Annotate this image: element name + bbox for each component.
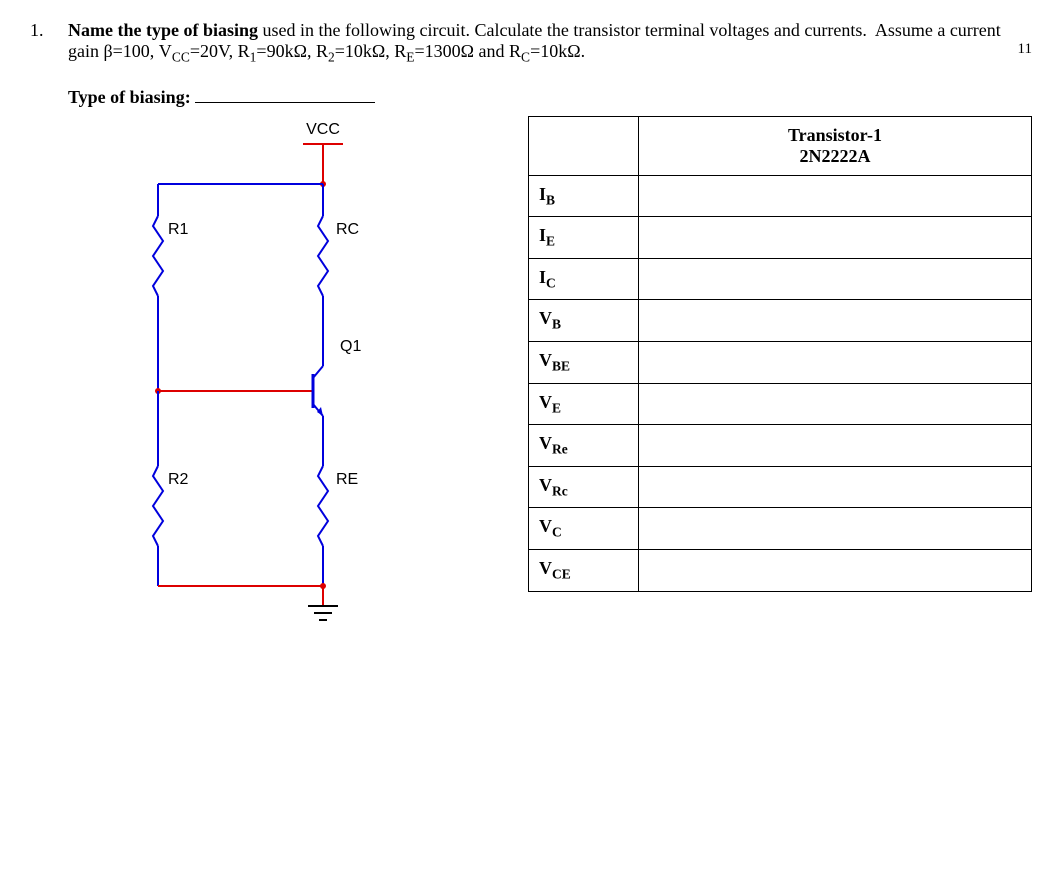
question-row: 1. Name the type of biasing used in the … <box>30 20 1032 641</box>
question-body: Name the type of biasing used in the fol… <box>68 20 1032 641</box>
value-cell[interactable] <box>639 425 1032 467</box>
results-table: Transistor-12N2222A IBIEICVBVBEVEVReVRcV… <box>528 116 1032 592</box>
param-cell: IB <box>529 175 639 217</box>
content-row: VCC R1 R2 <box>68 116 1032 641</box>
question-prompt: Name the type of biasing used in the fol… <box>68 20 1032 66</box>
table-row: VRc <box>529 466 1032 508</box>
table-row: VE <box>529 383 1032 425</box>
results-table-box: Transistor-12N2222A IBIEICVBVBEVEVReVRcV… <box>528 116 1032 592</box>
table-row: IE <box>529 217 1032 259</box>
param-cell: VRe <box>529 425 639 467</box>
type-label: Type of biasing: <box>68 87 191 107</box>
label-rc: RC <box>336 221 359 238</box>
value-cell[interactable] <box>639 508 1032 550</box>
header-transistor: Transistor-12N2222A <box>639 116 1032 175</box>
param-cell: VB <box>529 300 639 342</box>
table-row: IC <box>529 258 1032 300</box>
question-number: 1. <box>30 20 54 41</box>
table-row: VBE <box>529 341 1032 383</box>
page-number: 11 <box>1018 41 1032 58</box>
value-cell[interactable] <box>639 258 1032 300</box>
value-cell[interactable] <box>639 217 1032 259</box>
value-cell[interactable] <box>639 300 1032 342</box>
type-of-biasing-line: Type of biasing: <box>68 84 1032 108</box>
param-cell: VE <box>529 383 639 425</box>
header-blank <box>529 116 639 175</box>
table-row: VCE <box>529 549 1032 591</box>
label-q1: Q1 <box>340 338 361 355</box>
param-cell: IE <box>529 217 639 259</box>
param-cell: VRc <box>529 466 639 508</box>
table-row: VC <box>529 508 1032 550</box>
value-cell[interactable] <box>639 341 1032 383</box>
prompt-text: Name the type of biasing used in the fol… <box>68 20 1001 61</box>
table-row: IB <box>529 175 1032 217</box>
type-blank-field[interactable] <box>195 84 375 103</box>
label-r1: R1 <box>168 221 189 238</box>
param-cell: VC <box>529 508 639 550</box>
table-row: VB <box>529 300 1032 342</box>
label-vcc: VCC <box>306 121 340 138</box>
param-cell: IC <box>529 258 639 300</box>
value-cell[interactable] <box>639 549 1032 591</box>
value-cell[interactable] <box>639 383 1032 425</box>
param-cell: VCE <box>529 549 639 591</box>
param-cell: VBE <box>529 341 639 383</box>
results-tbody: IBIEICVBVBEVEVReVRcVCVCE <box>529 175 1032 591</box>
label-r2: R2 <box>168 471 189 488</box>
circuit-diagram: VCC R1 R2 <box>68 116 488 641</box>
value-cell[interactable] <box>639 466 1032 508</box>
label-re: RE <box>336 471 358 488</box>
table-row: VRe <box>529 425 1032 467</box>
value-cell[interactable] <box>639 175 1032 217</box>
